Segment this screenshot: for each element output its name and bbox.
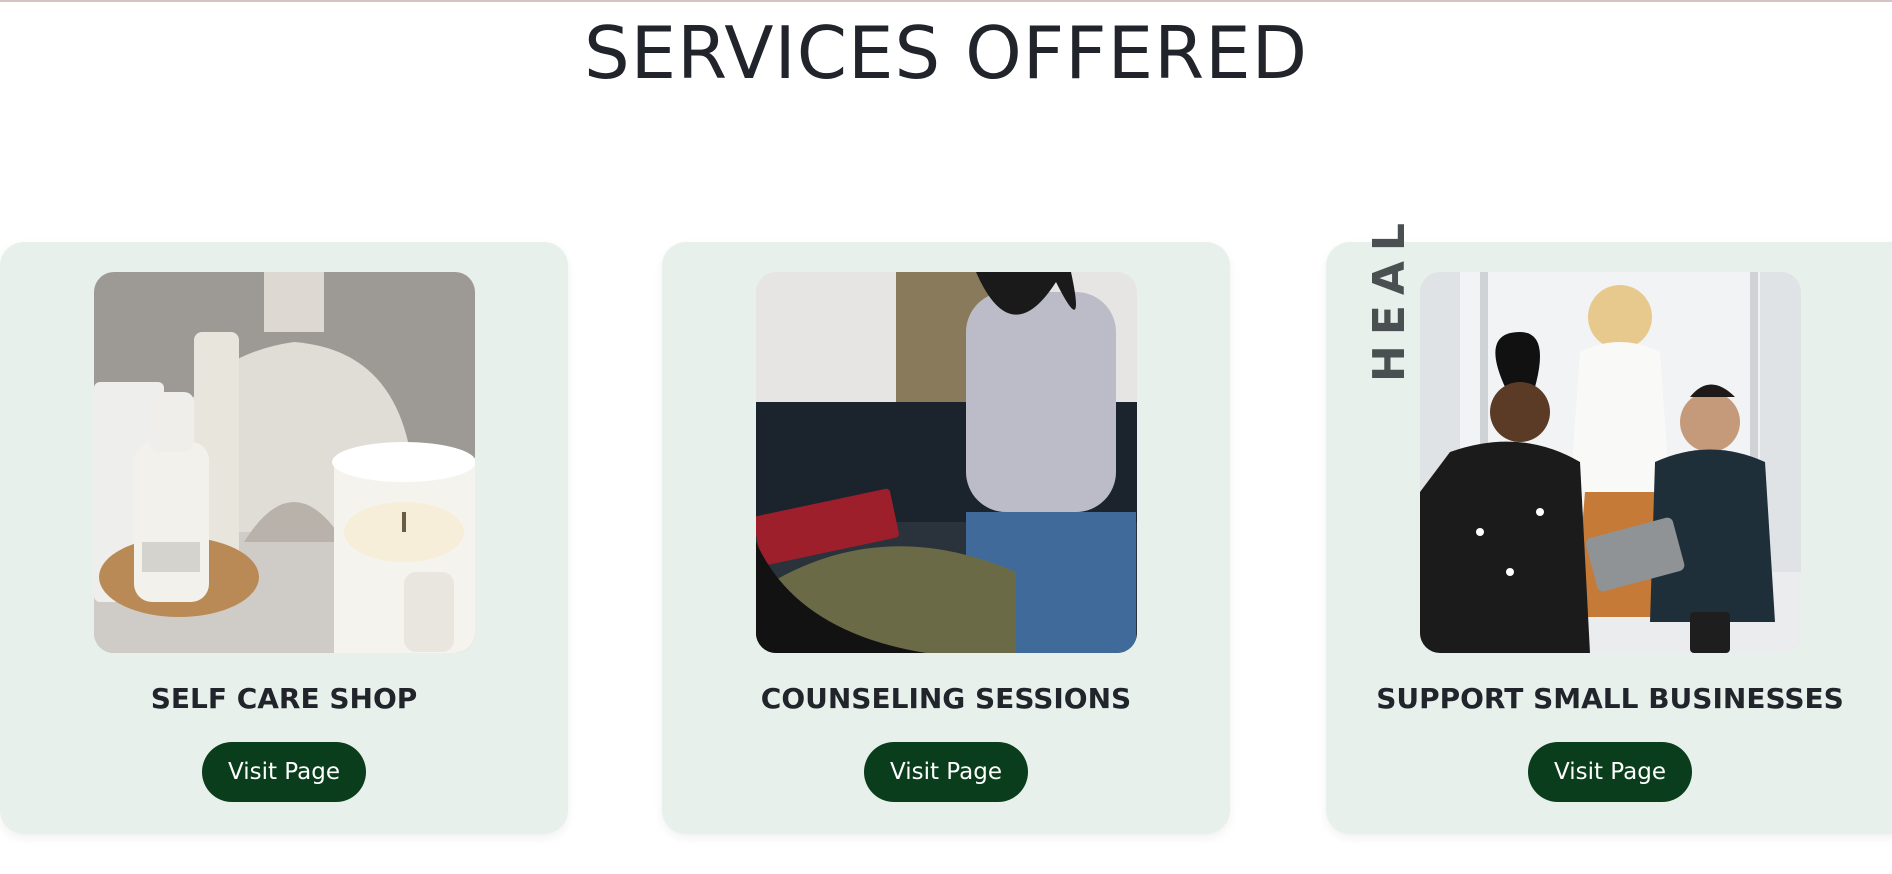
service-card-counseling: COUNSELING SESSIONS Visit Page bbox=[662, 242, 1230, 834]
service-image-counseling bbox=[756, 272, 1137, 653]
service-title: COUNSELING SESSIONS bbox=[760, 682, 1132, 715]
visit-page-button[interactable]: Visit Page bbox=[202, 742, 366, 802]
section-title: SERVICES OFFERED bbox=[583, 11, 1309, 95]
service-title: SELF CARE SHOP bbox=[150, 682, 418, 715]
service-image-self-care bbox=[94, 272, 475, 653]
visit-page-button[interactable]: Visit Page bbox=[864, 742, 1028, 802]
service-image-small-business bbox=[1420, 272, 1801, 653]
service-title: SUPPORT SMALL BUSINESSES bbox=[1376, 682, 1844, 715]
top-divider bbox=[0, 0, 1892, 2]
page: SERVICES OFFERED SELF CARE SHOP Visit Pa… bbox=[0, 0, 1892, 874]
visit-page-button[interactable]: Visit Page bbox=[1528, 742, 1692, 802]
service-card-self-care: SELF CARE SHOP Visit Page bbox=[0, 242, 568, 834]
heal-watermark: HEAL bbox=[1364, 213, 1415, 382]
service-card-small-business: HEAL SUPPORT SMALL BUSINESSES Visit Page bbox=[1326, 213, 1892, 834]
